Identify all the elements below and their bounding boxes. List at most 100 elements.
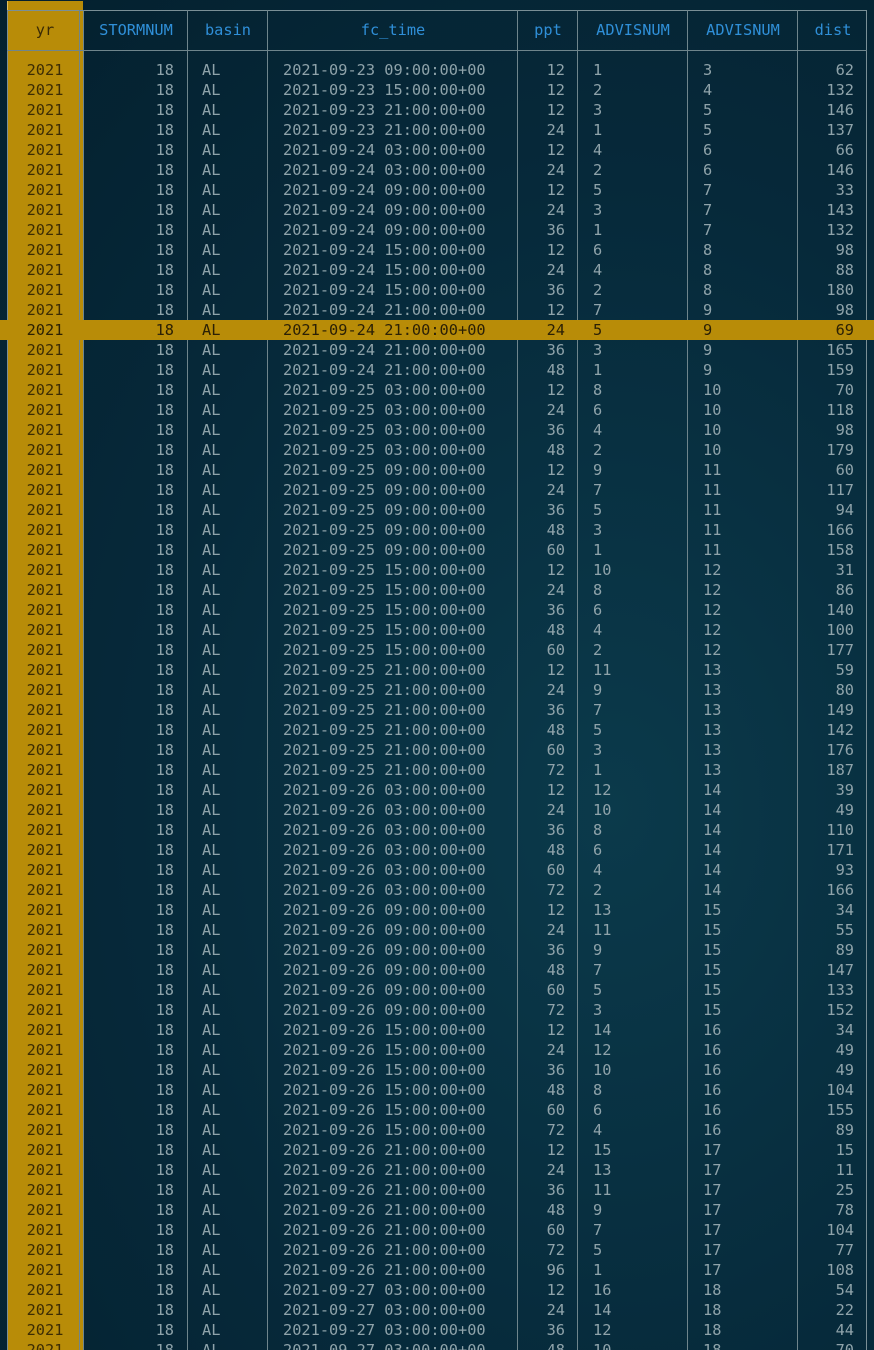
cell-advisnum: 4 xyxy=(593,261,603,279)
table-row[interactable]: 2021 18 AL 2021-09-25 21:00:00+00 60 3 13 176 xyxy=(0,740,874,760)
cell-advisnum: 1 xyxy=(593,541,603,559)
table-row[interactable]: 2021 18 AL 2021-09-24 09:00:00+00 12 5 7 33 xyxy=(0,180,874,200)
table-row[interactable]: 2021 18 AL 2021-09-23 09:00:00+00 12 1 3 62 xyxy=(0,60,874,80)
table-row[interactable]: 2021 18 AL 2021-09-26 15:00:00+00 24 12 16 49 xyxy=(0,1040,874,1060)
table-row[interactable]: 2021 18 AL 2021-09-25 09:00:00+00 60 1 11 158 xyxy=(0,540,874,560)
cell-dist: 104 xyxy=(826,1081,854,1099)
table-row[interactable]: 2021 18 AL 2021-09-26 15:00:00+00 36 10 16 49 xyxy=(0,1060,874,1080)
table-row[interactable]: 2021 18 AL 2021-09-27 03:00:00+00 48 10 18 70 xyxy=(0,1340,874,1350)
table-row[interactable]: 2021 18 AL 2021-09-24 03:00:00+00 24 2 6 146 xyxy=(0,160,874,180)
table-row[interactable]: 2021 18 AL 2021-09-23 21:00:00+00 12 3 5 146 xyxy=(0,100,874,120)
table-row[interactable]: 2021 18 AL 2021-09-24 15:00:00+00 36 2 8 180 xyxy=(0,280,874,300)
cell-dist: 33 xyxy=(835,181,854,199)
table-row[interactable]: 2021 18 AL 2021-09-26 21:00:00+00 72 5 17 77 xyxy=(0,1240,874,1260)
column-header-dist[interactable]: dist xyxy=(798,10,868,50)
cell-fc-time: 2021-09-26 09:00:00+00 xyxy=(283,921,486,939)
cell-yr: 2021 xyxy=(26,401,64,419)
table-row[interactable]: 2021 18 AL 2021-09-25 15:00:00+00 48 4 12 100 xyxy=(0,620,874,640)
table-row[interactable]: 2021 18 AL 2021-09-26 15:00:00+00 60 6 16 155 xyxy=(0,1100,874,1120)
cell-basin: AL xyxy=(202,741,221,759)
column-header-advisnum-2[interactable]: ADVISNUM xyxy=(688,10,798,50)
cell-stormnum: 18 xyxy=(155,1341,174,1350)
cell-fc-time: 2021-09-26 15:00:00+00 xyxy=(283,1101,486,1119)
table-row[interactable]: 2021 18 AL 2021-09-25 03:00:00+00 36 4 10 98 xyxy=(0,420,874,440)
table-row[interactable]: 2021 18 AL 2021-09-25 09:00:00+00 36 5 11 94 xyxy=(0,500,874,520)
cell-fc-time: 2021-09-23 21:00:00+00 xyxy=(283,101,486,119)
cell-stormnum: 18 xyxy=(155,961,174,979)
table-row[interactable]: 2021 18 AL 2021-09-23 15:00:00+00 12 2 4 132 xyxy=(0,80,874,100)
table-row[interactable]: 2021 18 AL 2021-09-26 21:00:00+00 36 11 17 25 xyxy=(0,1180,874,1200)
table-row[interactable]: 2021 18 AL 2021-09-25 03:00:00+00 24 6 10 118 xyxy=(0,400,874,420)
cell-advisnum: 14 xyxy=(593,1021,612,1039)
table-row[interactable]: 2021 18 AL 2021-09-26 03:00:00+00 12 12 14 39 xyxy=(0,780,874,800)
table-row[interactable]: 2021 18 AL 2021-09-26 03:00:00+00 48 6 14 171 xyxy=(0,840,874,860)
table-row[interactable]: 2021 18 AL 2021-09-26 21:00:00+00 12 15 17 15 xyxy=(0,1140,874,1160)
table-row[interactable]: 2021 18 AL 2021-09-26 09:00:00+00 36 9 15 89 xyxy=(0,940,874,960)
column-header-ppt[interactable]: ppt xyxy=(518,10,578,50)
column-header-basin[interactable]: basin xyxy=(188,10,268,50)
table-row[interactable]: 2021 18 AL 2021-09-26 09:00:00+00 48 7 15 147 xyxy=(0,960,874,980)
table-row[interactable]: 2021 18 AL 2021-09-26 15:00:00+00 72 4 16 89 xyxy=(0,1120,874,1140)
table-row[interactable]: 2021 18 AL 2021-09-25 03:00:00+00 48 2 10 179 xyxy=(0,440,874,460)
cell-yr: 2021 xyxy=(26,141,64,159)
table-row[interactable]: 2021 18 AL 2021-09-26 09:00:00+00 12 13 15 34 xyxy=(0,900,874,920)
table-row[interactable]: 2021 18 AL 2021-09-27 03:00:00+00 36 12 18 44 xyxy=(0,1320,874,1340)
cell-dist: 86 xyxy=(835,581,854,599)
cell-advisnum-2: 8 xyxy=(703,241,713,259)
table-row[interactable]: 2021 18 AL 2021-09-24 15:00:00+00 24 4 8 88 xyxy=(0,260,874,280)
table-row[interactable]: 2021 18 AL 2021-09-25 09:00:00+00 24 7 11 117 xyxy=(0,480,874,500)
cell-stormnum: 18 xyxy=(155,221,174,239)
table-row[interactable]: 2021 18 AL 2021-09-27 03:00:00+00 24 14 18 22 xyxy=(0,1300,874,1320)
cell-stormnum: 18 xyxy=(155,941,174,959)
table-row[interactable]: 2021 18 AL 2021-09-25 21:00:00+00 12 11 13 59 xyxy=(0,660,874,680)
cell-advisnum: 1 xyxy=(593,61,603,79)
column-header-fc-time[interactable]: fc_time xyxy=(268,10,518,50)
table-row[interactable]: 2021 18 AL 2021-09-26 15:00:00+00 12 14 16 34 xyxy=(0,1020,874,1040)
cell-stormnum: 18 xyxy=(155,481,174,499)
table-row[interactable]: 2021 18 AL 2021-09-25 21:00:00+00 72 1 13 187 xyxy=(0,760,874,780)
cell-ppt: 12 xyxy=(546,61,565,79)
table-row[interactable]: 2021 18 AL 2021-09-26 03:00:00+00 72 2 14 166 xyxy=(0,880,874,900)
table-row-selected[interactable]: 2021 18 AL 2021-09-24 21:00:00+00 24 5 9 69 xyxy=(0,320,874,340)
table-row[interactable]: 2021 18 AL 2021-09-25 09:00:00+00 12 9 11 60 xyxy=(0,460,874,480)
cell-stormnum: 18 xyxy=(155,721,174,739)
cell-advisnum-2: 10 xyxy=(703,421,722,439)
column-header-yr[interactable]: yr xyxy=(10,10,80,50)
table-row[interactable]: 2021 18 AL 2021-09-24 21:00:00+00 48 1 9 159 xyxy=(0,360,874,380)
table-row[interactable]: 2021 18 AL 2021-09-24 15:00:00+00 12 6 8 98 xyxy=(0,240,874,260)
table-row[interactable]: 2021 18 AL 2021-09-25 21:00:00+00 36 7 13 149 xyxy=(0,700,874,720)
cell-yr: 2021 xyxy=(26,1001,64,1019)
table-row[interactable]: 2021 18 AL 2021-09-25 09:00:00+00 48 3 11 166 xyxy=(0,520,874,540)
table-row[interactable]: 2021 18 AL 2021-09-25 21:00:00+00 48 5 13 142 xyxy=(0,720,874,740)
table-row[interactable]: 2021 18 AL 2021-09-26 09:00:00+00 24 11 15 55 xyxy=(0,920,874,940)
table-row[interactable]: 2021 18 AL 2021-09-25 15:00:00+00 12 10 12 31 xyxy=(0,560,874,580)
table-row[interactable]: 2021 18 AL 2021-09-25 15:00:00+00 36 6 12 140 xyxy=(0,600,874,620)
table-row[interactable]: 2021 18 AL 2021-09-23 21:00:00+00 24 1 5 137 xyxy=(0,120,874,140)
table-row[interactable]: 2021 18 AL 2021-09-26 09:00:00+00 60 5 15 133 xyxy=(0,980,874,1000)
cell-fc-time: 2021-09-26 03:00:00+00 xyxy=(283,861,486,879)
table-row[interactable]: 2021 18 AL 2021-09-26 09:00:00+00 72 3 15 152 xyxy=(0,1000,874,1020)
table-row[interactable]: 2021 18 AL 2021-09-26 03:00:00+00 24 10 14 49 xyxy=(0,800,874,820)
table-row[interactable]: 2021 18 AL 2021-09-26 03:00:00+00 60 4 14 93 xyxy=(0,860,874,880)
table-row[interactable]: 2021 18 AL 2021-09-26 21:00:00+00 60 7 17 104 xyxy=(0,1220,874,1240)
table-row[interactable]: 2021 18 AL 2021-09-26 21:00:00+00 24 13 17 11 xyxy=(0,1160,874,1180)
table-row[interactable]: 2021 18 AL 2021-09-26 21:00:00+00 48 9 17 78 xyxy=(0,1200,874,1220)
table-row[interactable]: 2021 18 AL 2021-09-25 15:00:00+00 24 8 12 86 xyxy=(0,580,874,600)
table-row[interactable]: 2021 18 AL 2021-09-27 03:00:00+00 12 16 18 54 xyxy=(0,1280,874,1300)
column-header-advisnum[interactable]: ADVISNUM xyxy=(578,10,688,50)
cell-yr: 2021 xyxy=(26,721,64,739)
table-row[interactable]: 2021 18 AL 2021-09-24 21:00:00+00 12 7 9 98 xyxy=(0,300,874,320)
table-row[interactable]: 2021 18 AL 2021-09-26 21:00:00+00 96 1 17 108 xyxy=(0,1260,874,1280)
table-row[interactable]: 2021 18 AL 2021-09-24 09:00:00+00 24 3 7 143 xyxy=(0,200,874,220)
table-row[interactable]: 2021 18 AL 2021-09-25 03:00:00+00 12 8 10 70 xyxy=(0,380,874,400)
table-row[interactable]: 2021 18 AL 2021-09-25 15:00:00+00 60 2 12 177 xyxy=(0,640,874,660)
table-row[interactable]: 2021 18 AL 2021-09-26 03:00:00+00 36 8 14 110 xyxy=(0,820,874,840)
cell-advisnum-2: 13 xyxy=(703,761,722,779)
table-row[interactable]: 2021 18 AL 2021-09-24 03:00:00+00 12 4 6 66 xyxy=(0,140,874,160)
table-row[interactable]: 2021 18 AL 2021-09-24 09:00:00+00 36 1 7 132 xyxy=(0,220,874,240)
cell-yr: 2021 xyxy=(26,121,64,139)
table-row[interactable]: 2021 18 AL 2021-09-25 21:00:00+00 24 9 13 80 xyxy=(0,680,874,700)
column-header-stormnum[interactable]: STORMNUM xyxy=(84,10,188,50)
table-row[interactable]: 2021 18 AL 2021-09-26 15:00:00+00 48 8 16 104 xyxy=(0,1080,874,1100)
table-row[interactable]: 2021 18 AL 2021-09-24 21:00:00+00 36 3 9 165 xyxy=(0,340,874,360)
